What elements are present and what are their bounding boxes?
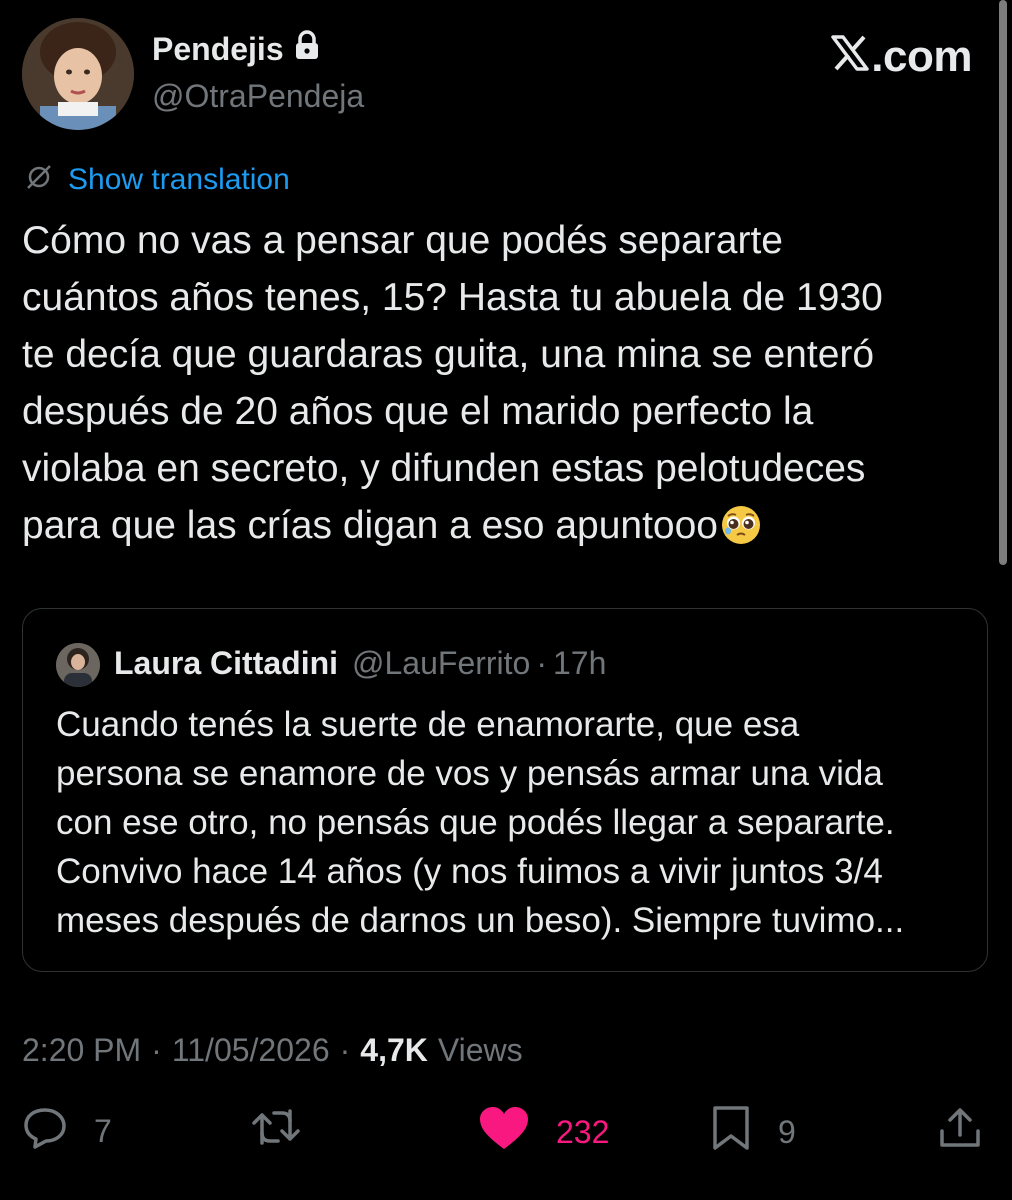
lock-icon bbox=[294, 30, 320, 68]
site-brand: .com bbox=[831, 32, 972, 82]
reply-button[interactable]: 7 bbox=[22, 1105, 112, 1157]
tweet-text-content: Cómo no vas a pensar que podés separarte… bbox=[22, 219, 883, 547]
user-handle[interactable]: @OtraPendeja bbox=[152, 78, 364, 115]
like-button[interactable]: 232 bbox=[478, 1105, 609, 1159]
bookmark-icon bbox=[710, 1105, 752, 1159]
globe-slash-icon bbox=[24, 162, 54, 197]
reply-count: 7 bbox=[94, 1112, 112, 1149]
quote-author-handle[interactable]: @LauFerrito bbox=[352, 645, 530, 682]
display-name-row[interactable]: Pendejis bbox=[152, 30, 320, 68]
like-count: 232 bbox=[556, 1113, 610, 1150]
share-button[interactable] bbox=[938, 1105, 982, 1159]
bookmark-count: 9 bbox=[778, 1113, 796, 1150]
display-name[interactable]: Pendejis bbox=[152, 31, 284, 68]
views-label: Views bbox=[437, 1032, 523, 1068]
meta-separator: · bbox=[151, 1032, 162, 1068]
show-translation-link[interactable]: Show translation bbox=[68, 163, 290, 197]
tweet-text: Cómo no vas a pensar que podés separarte… bbox=[22, 212, 982, 562]
site-domain: .com bbox=[871, 32, 972, 81]
quote-author-name[interactable]: Laura Cittadini bbox=[114, 645, 338, 682]
tweet-time[interactable]: 2:20 PM bbox=[22, 1032, 141, 1069]
retweet-icon bbox=[248, 1105, 304, 1157]
views-count: 4,7K bbox=[360, 1032, 428, 1068]
heart-icon bbox=[478, 1105, 530, 1159]
share-icon bbox=[938, 1105, 982, 1159]
tweet-meta: 2:20 PM · 11/05/2026 · 4,7K Views bbox=[22, 1032, 523, 1069]
meta-separator: · bbox=[339, 1032, 351, 1068]
retweet-button[interactable] bbox=[248, 1105, 330, 1157]
tweet-date[interactable]: 11/05/2026 bbox=[172, 1032, 330, 1069]
bookmark-button[interactable]: 9 bbox=[710, 1105, 796, 1159]
quote-timestamp[interactable]: 17h bbox=[553, 645, 606, 682]
scrollbar-thumb[interactable] bbox=[999, 0, 1007, 565]
quote-avatar[interactable] bbox=[56, 643, 100, 687]
profile-avatar[interactable] bbox=[22, 18, 134, 130]
reply-icon bbox=[22, 1105, 68, 1157]
quote-text: Cuando tenés la suerte de enamorarte, qu… bbox=[56, 705, 905, 940]
quote-separator: · bbox=[536, 645, 547, 681]
pleading-face-emoji bbox=[720, 504, 762, 562]
quote-header[interactable]: Laura Cittadini @LauFerrito · 17h bbox=[114, 645, 606, 682]
translation-row[interactable]: Show translation bbox=[24, 162, 290, 197]
x-logo-icon bbox=[831, 32, 870, 82]
